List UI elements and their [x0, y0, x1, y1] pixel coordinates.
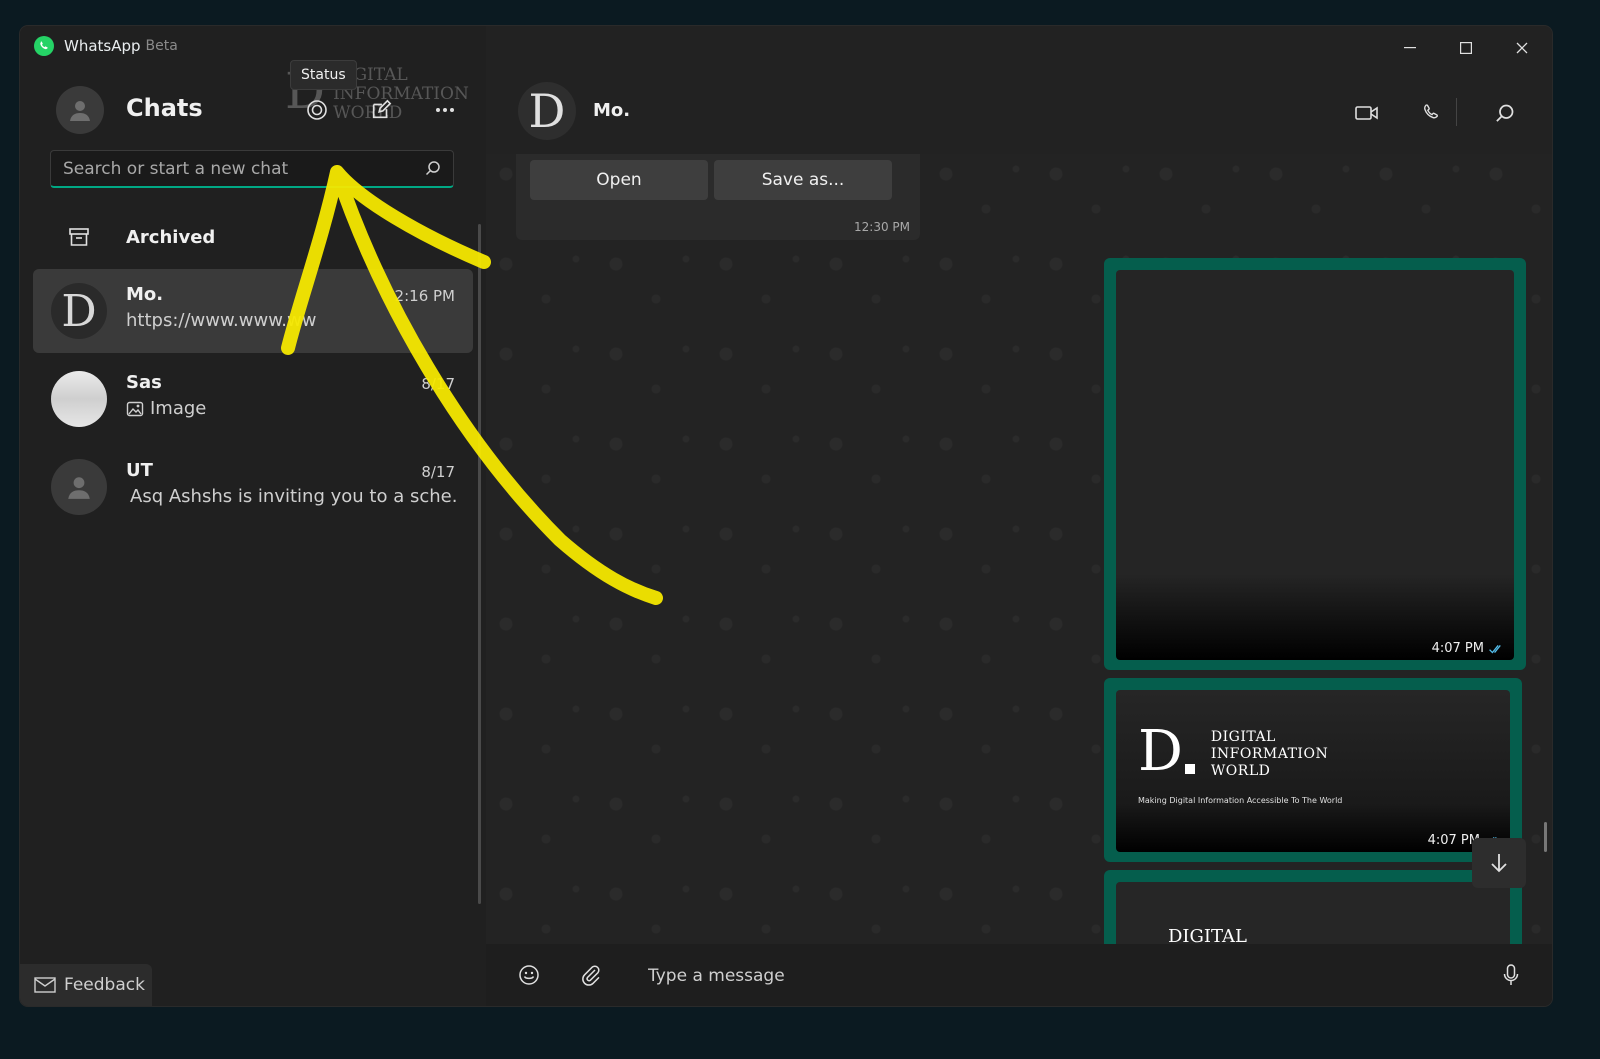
message-input[interactable]	[646, 958, 1470, 994]
logo-line-1: DIGITAL	[1210, 729, 1276, 745]
emoji-button[interactable]	[514, 960, 544, 990]
status-button[interactable]	[303, 96, 331, 124]
image-icon	[126, 401, 144, 416]
chat-preview-row: Asq Ashshs is inviting you to a sche...	[126, 486, 456, 507]
compose-bar	[486, 944, 1552, 1006]
avatar: D	[51, 283, 107, 339]
chat-list: D Mo. 2:16 PM https://www.www.ww Sas 8/1…	[33, 269, 473, 533]
minimize-icon	[1404, 47, 1416, 49]
minimize-button[interactable]	[1390, 36, 1430, 60]
double-check-icon	[1489, 644, 1501, 654]
my-avatar[interactable]	[56, 86, 104, 134]
mail-icon	[34, 977, 56, 993]
chat-item-mo[interactable]: D Mo. 2:16 PM https://www.www.ww	[33, 269, 473, 353]
media-message-image[interactable]: D DIGITAL INFORMATION WORLD Making Digit…	[1104, 678, 1522, 862]
dim-logo: D DIGITAL INFORMATION WORLD	[1138, 724, 1328, 780]
more-options-button[interactable]	[431, 96, 459, 124]
chat-name: Mo.	[126, 284, 164, 305]
logo-line-3: WORLD	[1210, 763, 1271, 779]
chat-item-sas[interactable]: Sas 8/17 Image	[33, 357, 473, 441]
conversation-pane: D Mo. Open Save as... 12:30 PM 4:07 PM D…	[486, 26, 1552, 1006]
default-avatar-icon	[68, 477, 90, 499]
maximize-button[interactable]	[1446, 36, 1486, 60]
chat-list-pane: WhatsApp Beta Chats D DIGITAL INFORMATIO…	[20, 26, 486, 1006]
search-input[interactable]	[61, 151, 415, 187]
message-time: 4:07 PM	[1431, 641, 1484, 656]
app-title: WhatsApp	[64, 37, 141, 55]
beta-badge: Beta	[145, 38, 178, 54]
paperclip-icon	[582, 965, 600, 986]
chats-header: Chats D DIGITAL INFORMATION WORLD	[20, 66, 486, 138]
video-call-button[interactable]	[1352, 98, 1382, 128]
search-icon	[1496, 104, 1514, 122]
message-time: 12:30 PM	[854, 220, 910, 234]
media-message-video[interactable]: 4:07 PM	[1104, 258, 1526, 670]
chat-time: 2:16 PM	[394, 287, 455, 305]
pane-scrollbar[interactable]	[478, 224, 481, 904]
contact-name[interactable]: Mo.	[593, 100, 630, 121]
avatar	[51, 371, 107, 427]
title-bar: WhatsApp Beta	[20, 26, 486, 66]
save-as-button[interactable]: Save as...	[714, 160, 892, 200]
voice-call-button[interactable]	[1416, 98, 1446, 128]
whatsapp-logo-icon	[34, 36, 54, 56]
chat-name: UT	[126, 460, 153, 481]
archive-icon	[68, 226, 90, 252]
media-thumbnail: D DIGITAL INFORMATION WORLD Making Digit…	[1116, 690, 1510, 852]
emoji-icon	[519, 965, 539, 985]
open-button[interactable]: Open	[530, 160, 708, 200]
maximize-icon	[1460, 42, 1472, 54]
chat-preview: Image	[150, 398, 207, 419]
logo-line-2: INFORMATION	[1210, 746, 1329, 762]
chat-preview-row: Image	[126, 398, 456, 419]
conversation-header[interactable]: D Mo.	[486, 82, 1552, 142]
new-chat-icon	[372, 99, 392, 119]
header-separator	[1456, 98, 1457, 126]
logo-tagline: Making Digital Information Accessible To…	[1138, 796, 1343, 805]
media-thumbnail	[1116, 270, 1514, 660]
status-icon	[307, 100, 327, 120]
chat-preview: https://www.www.ww	[126, 310, 317, 331]
media-time-row: 4:07 PM	[1432, 641, 1504, 656]
search-icon[interactable]	[425, 160, 441, 180]
media-message-partial[interactable]: DIGITAL	[1104, 870, 1522, 950]
chat-item-ut[interactable]: UT 8/17 Asq Ashshs is inviting you to a …	[33, 445, 473, 529]
microphone-icon	[1503, 964, 1519, 985]
search-box	[50, 150, 454, 188]
media-thumbnail: DIGITAL	[1116, 882, 1510, 950]
new-chat-button[interactable]	[367, 96, 395, 124]
chat-time: 8/17	[421, 375, 455, 393]
logo-square	[1184, 764, 1195, 774]
feedback-button[interactable]: Feedback	[20, 964, 152, 1006]
contact-avatar[interactable]: D	[518, 82, 576, 140]
status-tooltip: Status	[290, 60, 357, 90]
archived-label: Archived	[126, 227, 216, 248]
file-message-bubble: Open Save as... 12:30 PM	[516, 154, 920, 240]
whatsapp-window: WhatsApp Beta Chats D DIGITAL INFORMATIO…	[20, 26, 1552, 1006]
close-button[interactable]	[1502, 36, 1542, 60]
archived-row[interactable]: Archived	[20, 220, 486, 256]
chat-preview: Asq Ashshs is inviting you to a sche...	[130, 486, 456, 507]
video-camera-icon	[1355, 106, 1378, 120]
logo-letter: D	[1138, 719, 1183, 784]
chat-name: Sas	[126, 372, 162, 393]
attach-button[interactable]	[576, 960, 606, 990]
avatar	[51, 459, 107, 515]
chat-time: 8/17	[421, 463, 455, 481]
scroll-to-bottom-button[interactable]	[1472, 838, 1526, 888]
more-options-icon	[436, 108, 454, 112]
search-messages-button[interactable]	[1490, 98, 1520, 128]
phone-icon	[1424, 104, 1438, 119]
conversation-scrollbar[interactable]	[1544, 822, 1547, 852]
feedback-label: Feedback	[64, 975, 145, 995]
page-title: Chats	[126, 94, 203, 122]
avatar-letter: D	[61, 285, 97, 337]
close-icon	[1516, 42, 1528, 54]
voice-message-button[interactable]	[1496, 960, 1526, 990]
arrow-down-icon	[1491, 854, 1507, 873]
